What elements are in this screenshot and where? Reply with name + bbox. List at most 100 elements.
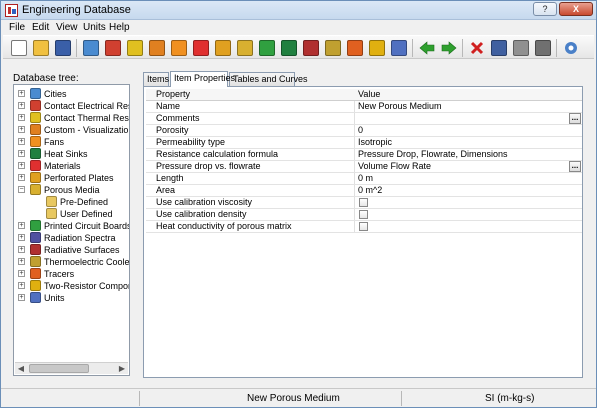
expand-toggle-icon[interactable]: + [18, 150, 25, 157]
cut-button[interactable] [489, 38, 509, 58]
radiative-surface-button[interactable] [301, 38, 321, 58]
property-value[interactable]: New Porous Medium [358, 101, 442, 112]
tab-items[interactable]: Items [143, 72, 169, 86]
expand-toggle-icon[interactable]: + [18, 90, 25, 97]
property-row[interactable]: Name New Porous Medium [146, 101, 582, 113]
expand-toggle-icon[interactable]: + [18, 102, 25, 109]
tab-item-properties[interactable]: Item Properties [170, 71, 235, 87]
property-row[interactable]: Area 0 m^2 [146, 185, 582, 197]
expand-toggle-icon[interactable]: + [18, 246, 25, 253]
expand-toggle-icon[interactable]: + [18, 114, 25, 121]
expand-toggle-icon[interactable]: + [18, 162, 25, 169]
menu-help[interactable]: Help [109, 22, 130, 33]
save-button[interactable] [53, 38, 73, 58]
property-row[interactable]: Use calibration viscosity [146, 197, 582, 209]
tracer-icon [347, 40, 363, 56]
materials-button[interactable] [191, 38, 211, 58]
menu-edit[interactable]: Edit [32, 22, 49, 33]
arrow-left-button[interactable] [417, 38, 437, 58]
property-row[interactable]: Heat conductivity of porous matrix [146, 221, 582, 233]
porous-media-button[interactable] [235, 38, 255, 58]
units-button[interactable] [389, 38, 409, 58]
title-bar[interactable]: Engineering Database ? X [1, 1, 596, 20]
expand-toggle-icon[interactable]: + [18, 174, 25, 181]
property-row[interactable]: Porosity 0 [146, 125, 582, 137]
pcb-icon [30, 220, 41, 231]
menu-units[interactable]: Units [83, 22, 106, 33]
expand-toggle-icon[interactable]: + [18, 282, 25, 289]
menu-view[interactable]: View [56, 22, 78, 33]
thermal-resistance-button[interactable] [125, 38, 145, 58]
fan-button[interactable] [169, 38, 189, 58]
property-row[interactable]: Length 0 m [146, 173, 582, 185]
tracer-button[interactable] [345, 38, 365, 58]
scroll-thumb[interactable] [29, 364, 89, 373]
arrow-right-button[interactable] [439, 38, 459, 58]
tab-tables-and-curves[interactable]: Tables and Curves [229, 72, 308, 86]
property-row[interactable]: Use calibration density [146, 209, 582, 221]
expand-toggle-icon[interactable]: + [18, 222, 25, 229]
tree-item-label: Perforated Plates [44, 173, 114, 183]
two-resistor-button[interactable] [367, 38, 387, 58]
tree-horizontal-scrollbar[interactable]: ◀ ▶ [15, 362, 128, 374]
column-divider [354, 113, 355, 124]
open-folder-button[interactable] [31, 38, 51, 58]
menu-file[interactable]: File [9, 22, 25, 33]
arrow-right-icon [441, 40, 457, 56]
column-divider [354, 209, 355, 220]
database-tree[interactable]: ◀ ▶ + Cities + Contact Electrical Resistanc… [13, 84, 130, 376]
scroll-left-arrow-icon[interactable]: ◀ [15, 363, 27, 374]
tree-item-label: Radiative Surfaces [44, 245, 120, 255]
property-checkbox[interactable] [359, 222, 368, 231]
copy-button[interactable] [511, 38, 531, 58]
property-row[interactable]: Resistance calculation formula Pressure D… [146, 149, 582, 161]
ellipsis-button[interactable]: ... [569, 161, 581, 172]
expand-toggle-icon[interactable]: + [18, 270, 25, 277]
units-icon [391, 40, 407, 56]
thermoelectric-button[interactable] [323, 38, 343, 58]
tree-item-label: Tracers [44, 269, 75, 279]
property-row[interactable]: Comments... [146, 113, 582, 125]
property-row[interactable]: Permeability type Isotropic [146, 137, 582, 149]
expand-toggle-icon[interactable]: + [18, 126, 25, 133]
new-document-button[interactable] [9, 38, 29, 58]
property-checkbox[interactable] [359, 210, 368, 219]
property-value[interactable]: Pressure Drop, Flowrate, Dimensions [358, 149, 508, 160]
tree-item-label: Fans [44, 137, 65, 147]
pcb-button[interactable] [257, 38, 277, 58]
property-value[interactable]: Volume Flow Rate [358, 161, 431, 172]
delete-button[interactable] [467, 38, 487, 58]
close-button[interactable]: X [559, 2, 593, 16]
materials-icon [30, 160, 41, 171]
property-name: Porosity [156, 125, 189, 135]
tree-item-label: Radiation Spectra [44, 233, 116, 243]
expand-toggle-icon[interactable]: + [18, 234, 25, 241]
property-value[interactable]: Isotropic [358, 137, 392, 148]
perforated-plate-button[interactable] [213, 38, 233, 58]
tree-item-label: Contact Thermal Resistance [44, 113, 129, 123]
ellipsis-button[interactable]: ... [569, 113, 581, 124]
paste-icon [535, 40, 551, 56]
paste-button[interactable] [533, 38, 553, 58]
expand-toggle-icon[interactable]: + [18, 294, 25, 301]
collapse-toggle-icon[interactable]: − [18, 186, 25, 193]
help-button[interactable]: ? [533, 2, 557, 16]
open-folder-icon [33, 40, 49, 56]
property-row[interactable]: Pressure drop vs. flowrate Volume Flow Ra… [146, 161, 582, 173]
settings-gear-button[interactable] [561, 38, 581, 58]
status-units: SI (m-kg-s) [485, 393, 535, 404]
column-divider [354, 137, 355, 148]
heat-sink-button[interactable] [279, 38, 299, 58]
property-value[interactable]: 0 m [358, 173, 373, 184]
visualization-button[interactable] [147, 38, 167, 58]
heat-sink-icon [30, 148, 41, 159]
property-value[interactable]: 0 m^2 [358, 185, 382, 196]
scroll-right-arrow-icon[interactable]: ▶ [116, 363, 128, 374]
expand-toggle-icon[interactable]: + [18, 258, 25, 265]
globe-button[interactable] [81, 38, 101, 58]
contact-resistance-button[interactable] [103, 38, 123, 58]
property-checkbox[interactable] [359, 198, 368, 207]
property-value[interactable]: 0 [358, 125, 363, 136]
status-divider [401, 391, 402, 406]
expand-toggle-icon[interactable]: + [18, 138, 25, 145]
